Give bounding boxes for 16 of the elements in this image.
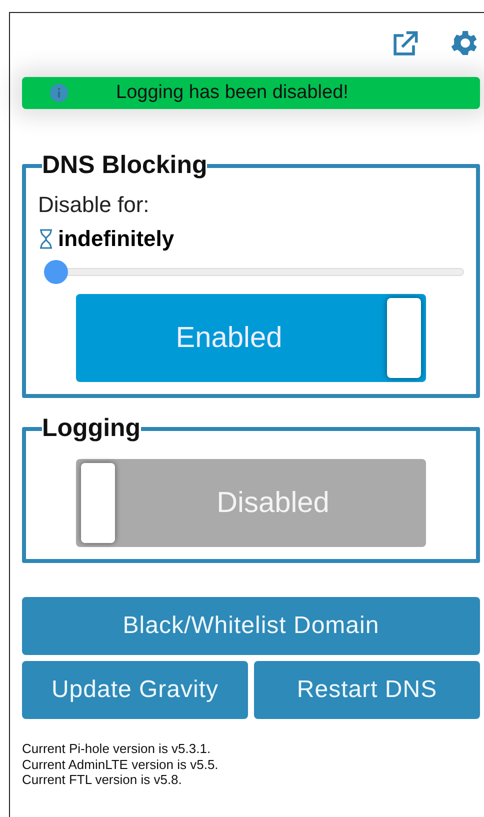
duration-slider[interactable]	[44, 260, 464, 284]
notification-text: Logging has been disabled!	[116, 82, 348, 104]
version-text: Current Pi-hole version is v5.3.1.	[22, 741, 212, 757]
action-button[interactable]: Restart DNS	[254, 661, 480, 719]
info-icon	[50, 84, 68, 102]
disable-label: Disable for:	[38, 192, 150, 218]
version-text: Current AdminLTE version is v5.5.	[22, 756, 220, 772]
toggle-switch[interactable]: Enabled	[76, 294, 426, 382]
version-text: Current FTL version is v5.8.	[22, 772, 183, 788]
duration-value: indefinitely	[58, 226, 174, 252]
hourglass-icon	[38, 229, 54, 249]
section-title: DNS Blocking	[42, 151, 208, 180]
section-title: Logging	[42, 414, 141, 443]
toggle-switch[interactable]: Disabled	[76, 459, 426, 547]
action-button[interactable]: Black/Whitelist Domain	[22, 597, 480, 655]
action-button[interactable]: Update Gravity	[22, 661, 248, 719]
